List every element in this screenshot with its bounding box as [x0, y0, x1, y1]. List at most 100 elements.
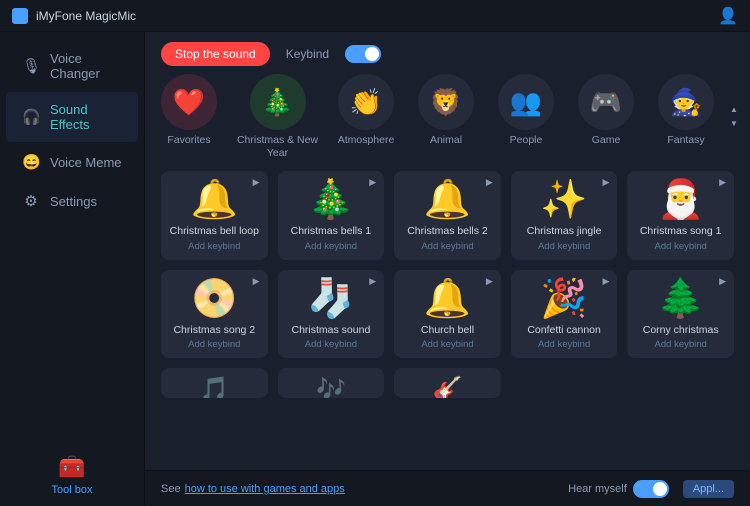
sidebar-item-label: Voice Meme [50, 155, 122, 170]
sound-card-confetti-cannon[interactable]: ▶ 🎉 Confetti cannon Add keybind [511, 270, 618, 359]
christmas-song-1-name: Christmas song 1 [640, 225, 722, 239]
play-indicator: ▶ [253, 177, 260, 188]
top-bar: Stop the sound Keybind [145, 32, 750, 74]
scroll-up-arrow[interactable]: ▲ [726, 104, 742, 116]
bottom-bar: See how to use with games and apps Hear … [145, 470, 750, 506]
christmas-song-1-keybind[interactable]: Add keybind [655, 241, 707, 252]
sidebar-item-label: Voice Changer [50, 51, 122, 81]
category-people[interactable]: 👥 People [490, 74, 562, 159]
app-title: iMyFone MagicMic [36, 9, 136, 23]
christmas-jingle-keybind[interactable]: Add keybind [538, 241, 590, 252]
voice-meme-icon: 😄 [22, 153, 40, 171]
christmas-bells-2-keybind[interactable]: Add keybind [421, 241, 473, 252]
play-indicator: ▶ [719, 177, 726, 188]
game-icon: 🎮 [578, 74, 634, 130]
corny-christmas-name: Corny christmas [643, 324, 719, 338]
sound-card-christmas-jingle[interactable]: ▶ ✨ Christmas jingle Add keybind [511, 171, 618, 260]
sound-card-partial-0[interactable]: 🎵 [161, 368, 268, 398]
atmosphere-icon: 👏 [338, 74, 394, 130]
animal-label: Animal [430, 134, 462, 147]
sidebar-item-voice-meme[interactable]: 😄 Voice Meme [6, 143, 138, 181]
sound-card-christmas-sound[interactable]: ▶ 🧦 Christmas sound Add keybind [278, 270, 385, 359]
christmas-bells-1-keybind[interactable]: Add keybind [305, 241, 357, 252]
toolbox-label: Tool box [52, 484, 93, 496]
sound-card-christmas-bells-2[interactable]: ▶ 🔔 Christmas bells 2 Add keybind [394, 171, 501, 260]
christmas-bells-2-emoji: 🔔 [424, 181, 471, 219]
christmas-bell-loop-name: Christmas bell loop [170, 225, 259, 239]
christmas-bell-loop-keybind[interactable]: Add keybind [188, 241, 240, 252]
user-icon[interactable]: 👤 [718, 6, 738, 26]
title-bar: iMyFone MagicMic 👤 [0, 0, 750, 32]
play-indicator: ▶ [253, 276, 260, 287]
categories-scroll: ❤️Favorites 🎄 Christmas & New Year 👏 Atmosph… [153, 74, 722, 159]
church-bell-name: Church bell [421, 324, 474, 338]
christmas-jingle-emoji: ✨ [540, 181, 587, 219]
how-to-use-link[interactable]: how to use with games and apps [185, 483, 345, 495]
christmas-sound-name: Christmas sound [292, 324, 371, 338]
stop-sound-button[interactable]: Stop the sound [161, 42, 270, 66]
people-icon: 👥 [498, 74, 554, 130]
fantasy-label: Fantasy [667, 134, 704, 147]
christmas-bells-2-name: Christmas bells 2 [407, 225, 488, 239]
confetti-cannon-keybind[interactable]: Add keybind [538, 339, 590, 350]
christmas-sound-keybind[interactable]: Add keybind [305, 339, 357, 350]
hear-myself-toggle[interactable] [633, 480, 669, 498]
sound-card-partial-2[interactable]: 🎸 [394, 368, 501, 398]
toolbox-button[interactable]: 🧰 Tool box [0, 444, 144, 506]
see-text: See [161, 483, 181, 495]
play-indicator: ▶ [369, 177, 376, 188]
sound-card-church-bell[interactable]: ▶ 🔔 Church bell Add keybind [394, 270, 501, 359]
christmas-song-2-keybind[interactable]: Add keybind [188, 339, 240, 350]
keybind-toggle[interactable] [345, 45, 381, 63]
category-christmas[interactable]: 🎄 Christmas & New Year [233, 74, 322, 159]
sidebar-item-settings[interactable]: ⚙ Settings [6, 182, 138, 220]
category-favorites[interactable]: ❤️Favorites [153, 74, 225, 159]
sidebar: 🎙 Voice Changer 🎧 Sound Effects 😄 Voice … [0, 32, 145, 506]
confetti-cannon-emoji: 🎉 [540, 280, 587, 318]
corny-christmas-keybind[interactable]: Add keybind [655, 339, 707, 350]
church-bell-keybind[interactable]: Add keybind [421, 339, 473, 350]
christmas-song-2-emoji: 📀 [191, 280, 238, 318]
sound-card-christmas-bells-1[interactable]: ▶ 🎄 Christmas bells 1 Add keybind [278, 171, 385, 260]
christmas-label: Christmas & New Year [233, 134, 322, 159]
category-fantasy[interactable]: 🧙Fantasy [650, 74, 722, 159]
christmas-icon: 🎄 [250, 74, 306, 130]
confetti-cannon-name: Confetti cannon [527, 324, 601, 338]
sound-card-christmas-song-2[interactable]: ▶ 📀 Christmas song 2 Add keybind [161, 270, 268, 359]
category-game[interactable]: 🎮 Game [570, 74, 642, 159]
keybind-label: Keybind [286, 47, 329, 61]
christmas-song-1-emoji: 🎅 [657, 181, 704, 219]
sound-card-christmas-song-1[interactable]: ▶ 🎅 Christmas song 1 Add keybind [627, 171, 734, 260]
sound-card-christmas-bell-loop[interactable]: ▶ 🔔 Christmas bell loop Add keybind [161, 171, 268, 260]
category-animal[interactable]: 🦁 Animal [410, 74, 482, 159]
favorites-icon: ❤️ [161, 74, 217, 130]
category-atmosphere[interactable]: 👏 Atmosphere [330, 74, 402, 159]
christmas-bells-1-emoji: 🎄 [307, 181, 354, 219]
people-label: People [510, 134, 543, 147]
animal-icon: 🦁 [418, 74, 474, 130]
sound-card-partial-1[interactable]: 🎶 [278, 368, 385, 398]
hear-myself-section: Hear myself Appl... [568, 480, 734, 498]
sidebar-item-label: Sound Effects [50, 102, 122, 132]
settings-icon: ⚙ [22, 192, 40, 210]
main-layout: 🎙 Voice Changer 🎧 Sound Effects 😄 Voice … [0, 32, 750, 506]
app-icon [12, 8, 28, 24]
play-indicator: ▶ [719, 276, 726, 287]
christmas-bells-1-name: Christmas bells 1 [291, 225, 372, 239]
sidebar-item-voice-changer[interactable]: 🎙 Voice Changer [6, 41, 138, 91]
christmas-sound-emoji: 🧦 [307, 280, 354, 318]
content-area: Stop the sound Keybind ❤️Favorites 🎄 Chris… [145, 32, 750, 506]
play-indicator: ▶ [486, 276, 493, 287]
christmas-jingle-name: Christmas jingle [527, 225, 602, 239]
scroll-down-arrow[interactable]: ▼ [726, 118, 742, 130]
apply-button[interactable]: Appl... [683, 480, 734, 498]
christmas-song-2-name: Christmas song 2 [173, 324, 255, 338]
category-area: ❤️Favorites 🎄 Christmas & New Year 👏 Atmosph… [145, 74, 750, 167]
game-label: Game [592, 134, 621, 147]
hear-myself-label: Hear myself [568, 483, 627, 495]
sidebar-item-sound-effects[interactable]: 🎧 Sound Effects [6, 92, 138, 142]
sound-card-corny-christmas[interactable]: ▶ 🌲 Corny christmas Add keybind [627, 270, 734, 359]
atmosphere-label: Atmosphere [338, 134, 395, 147]
christmas-bell-loop-emoji: 🔔 [191, 181, 238, 219]
play-indicator: ▶ [602, 177, 609, 188]
